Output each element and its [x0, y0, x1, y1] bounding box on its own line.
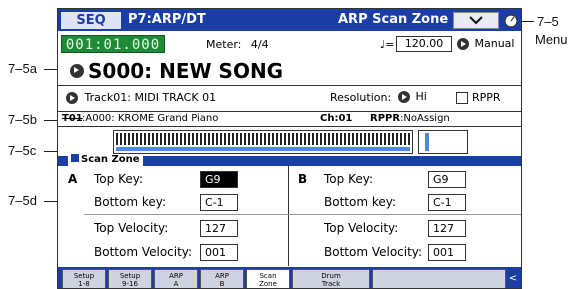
callout-5d: 7–5d: [8, 193, 37, 208]
tab-label: ARP: [169, 272, 183, 280]
a-top-velocity-field[interactable]: 127: [200, 220, 238, 237]
track-select-value: Track01: MIDI TRACK 01: [84, 91, 217, 104]
song-select[interactable]: [70, 64, 84, 78]
meter-label: Meter: 4/4: [206, 38, 269, 51]
callout-menu-top: 7–5: [537, 14, 559, 29]
track-rppr: RPPR:NoAssign: [370, 113, 450, 124]
tab-label: Zone: [259, 280, 277, 288]
b-bottom-velocity-label: Bottom Velocity:: [324, 245, 423, 259]
b-bottom-key-field[interactable]: C-1: [428, 194, 466, 211]
b-bottom-velocity-field[interactable]: 001: [428, 244, 466, 261]
tab-label: Setup: [119, 272, 141, 280]
b-top-velocity-label: Top Velocity:: [324, 221, 399, 235]
callout-5b: 7–5b: [8, 112, 37, 127]
lcd-screen: SEQ P7:ARP/DT ARP Scan Zone 001:01.000 M…: [57, 8, 522, 289]
tab-scan-zone[interactable]: Scan Zone: [246, 269, 290, 288]
tab-label: Track: [321, 280, 341, 288]
knob-icon: [504, 14, 518, 28]
page-tabs: Setup 1-8 Setup 9-16 ARP A ARP B Scan Zone Dr…: [58, 267, 521, 288]
a-bottom-velocity-label: Bottom Velocity:: [94, 245, 193, 259]
page-header: SEQ P7:ARP/DT ARP Scan Zone: [58, 9, 521, 31]
chevron-down-icon: [469, 16, 483, 25]
callout-5a: 7–5a: [8, 61, 37, 76]
tab-label: Setup: [73, 272, 95, 280]
resolution-select[interactable]: Hi: [398, 90, 427, 103]
key-range-bar: [116, 147, 410, 151]
scan-zone-title-text: Scan Zone: [81, 154, 140, 165]
resolution-label: Resolution:: [330, 91, 392, 104]
page-menu-button[interactable]: [453, 12, 499, 29]
track-rppr-label: RPPR: [370, 113, 401, 124]
resolution-value: Hi: [415, 90, 427, 103]
tab-arp-a[interactable]: ARP A: [154, 269, 198, 288]
rppr-label: RPPR: [472, 91, 501, 104]
tempo-field[interactable]: 120.00: [396, 36, 452, 52]
track-number: T01: [62, 113, 83, 124]
divider: [84, 214, 521, 215]
velocity-range-display: [418, 130, 468, 154]
callout-menu-bottom: Menu: [535, 32, 568, 47]
keyboard-display: [113, 130, 413, 154]
velocity-range-bar: [425, 133, 429, 151]
tab-arp-b[interactable]: ARP B: [200, 269, 244, 288]
tab-label: A: [173, 280, 179, 288]
b-top-velocity-field[interactable]: 127: [428, 220, 466, 237]
section-b-label: B: [298, 172, 308, 186]
tempo-mode[interactable]: Manual: [457, 37, 514, 50]
tab-label: Scan: [259, 272, 277, 280]
b-bottom-key-label: Bottom key:: [324, 195, 397, 209]
scan-zone-divider: [288, 166, 289, 266]
tab-label: B: [219, 280, 225, 288]
page-title: P7:ARP/DT: [128, 12, 206, 27]
meter-value[interactable]: 4/4: [251, 38, 269, 51]
popup-arrow-icon: [457, 38, 469, 50]
tab-setup-9-16[interactable]: Setup 9-16: [108, 269, 152, 288]
a-top-key-field[interactable]: G9: [200, 171, 238, 188]
tab-label: 1-8: [78, 280, 90, 288]
popup-arrow-icon: [70, 64, 84, 78]
meter-label-text: Meter:: [206, 38, 242, 51]
tempo-mode-value: Manual: [474, 37, 515, 50]
tab-label: Drum: [321, 272, 341, 280]
rppr-checkbox[interactable]: [456, 92, 468, 104]
tab-label: 9-16: [122, 280, 138, 288]
mode-badge: SEQ: [61, 12, 121, 29]
scan-zone-title: Scan Zone: [68, 154, 143, 166]
a-bottom-velocity-field[interactable]: 001: [200, 244, 238, 261]
a-bottom-key-field[interactable]: C-1: [200, 194, 238, 211]
tempo-symbol: ♩=: [380, 38, 395, 51]
b-top-key-label: Top Key:: [324, 172, 373, 186]
callout-5c: 7–5c: [8, 143, 37, 158]
a-top-key-label: Top Key:: [94, 172, 143, 186]
song-name[interactable]: S000: NEW SONG: [88, 59, 283, 83]
keyboard-keys: [116, 133, 410, 145]
chevron-left-icon[interactable]: <: [507, 272, 519, 286]
page-name: ARP Scan Zone: [338, 12, 449, 27]
divider: [58, 85, 521, 86]
song-position-display[interactable]: 001:01.000: [61, 35, 165, 53]
section-a-label: A: [68, 172, 78, 186]
track-info-bar: T01 :A000: KROME Grand Piano Ch:01 RPPR:…: [58, 111, 521, 127]
tab-empty: [372, 269, 506, 288]
tab-label: ARP: [215, 272, 229, 280]
track-select[interactable]: Track01: MIDI TRACK 01: [66, 91, 216, 104]
track-channel: Ch:01: [320, 113, 353, 124]
tab-drum-track[interactable]: Drum Track: [292, 269, 370, 288]
popup-arrow-icon: [398, 91, 410, 103]
a-bottom-key-label: Bottom key:: [94, 195, 167, 209]
a-top-velocity-label: Top Velocity:: [94, 221, 169, 235]
popup-arrow-icon: [66, 92, 78, 104]
track-program: :A000: KROME Grand Piano: [82, 113, 219, 124]
track-rppr-value: :NoAssign: [400, 113, 450, 124]
tab-setup-1-8[interactable]: Setup 1-8: [62, 269, 106, 288]
b-top-key-field[interactable]: G9: [428, 171, 466, 188]
section-square-icon: [71, 154, 79, 162]
